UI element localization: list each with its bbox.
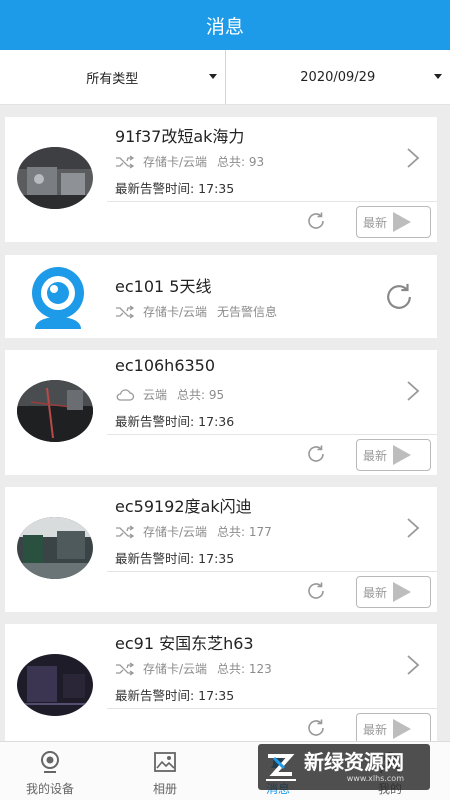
image-icon xyxy=(154,752,176,772)
device-meta: 存储卡/云端 总共: 177 xyxy=(115,523,272,540)
refresh-icon[interactable] xyxy=(305,210,327,232)
cloud-icon xyxy=(116,388,135,401)
device-message-card[interactable]: ec101 5天线 存储卡/云端 无告警信息 xyxy=(5,255,437,338)
tab-album[interactable]: 相册 xyxy=(115,742,215,800)
latest-alarm-time: 最新告警时间: 17:35 xyxy=(115,181,235,196)
camera-icon xyxy=(41,751,59,773)
play-icon xyxy=(393,445,412,465)
watermark: 新绿资源网 www.xlhs.com xyxy=(258,744,430,790)
storage-label: 存储卡/云端 xyxy=(143,155,208,169)
camera-placeholder-icon xyxy=(32,267,84,329)
caret-down-icon xyxy=(208,74,217,79)
date-filter-label: 2020/09/29 xyxy=(300,69,376,85)
device-name: 91f37改短ak海力 xyxy=(115,127,245,146)
camera-thumbnail xyxy=(17,380,93,442)
total-count: 总共: 93 xyxy=(217,155,265,169)
card-divider xyxy=(107,201,437,202)
device-meta: 存储卡/云端 无告警信息 xyxy=(115,303,277,320)
latest-label: 最新 xyxy=(363,585,388,600)
tab-label: 我的设备 xyxy=(25,782,74,796)
device-meta: 云端 总共: 95 xyxy=(115,386,224,403)
total-count: 总共: 123 xyxy=(217,662,272,676)
type-filter-label: 所有类型 xyxy=(86,71,139,87)
type-filter-dropdown[interactable]: 所有类型 xyxy=(0,50,225,104)
storage-label: 存储卡/云端 xyxy=(143,662,208,676)
latest-alarm-time: 最新告警时间: 17:35 xyxy=(115,551,235,566)
chevron-right-icon[interactable] xyxy=(406,517,420,539)
device-meta: 存储卡/云端 总共: 123 xyxy=(115,660,272,677)
shuffle-icon xyxy=(116,154,135,169)
refresh-icon[interactable] xyxy=(382,280,416,314)
card-divider xyxy=(107,434,437,435)
watermark-text: 新绿资源网 xyxy=(304,750,404,774)
refresh-icon[interactable] xyxy=(305,717,327,739)
tab-my-devices[interactable]: 我的设备 xyxy=(0,742,100,800)
device-message-card[interactable]: ec106h6350 云端 总共: 95 最新告警时间: 17:36 最新 xyxy=(5,350,437,475)
camera-thumbnail xyxy=(17,517,93,579)
device-message-card[interactable]: 91f37改短ak海力 存储卡/云端 总共: 93 最新告警时间: 17:35 … xyxy=(5,117,437,242)
device-message-card[interactable]: ec59192度ak闪迪 存储卡/云端 总共: 177 最新告警时间: 17:3… xyxy=(5,487,437,612)
latest-alarm-time: 最新告警时间: 17:36 xyxy=(115,414,235,429)
latest-video-button[interactable]: 最新 xyxy=(356,439,431,471)
latest-video-button[interactable]: 最新 xyxy=(356,576,431,608)
camera-thumbnail xyxy=(17,654,93,716)
storage-label: 存储卡/云端 xyxy=(143,525,208,539)
chevron-right-icon[interactable] xyxy=(406,147,420,169)
tab-label: 相册 xyxy=(152,782,177,796)
play-icon xyxy=(393,212,412,232)
device-name: ec59192度ak闪迪 xyxy=(115,497,252,516)
date-filter-dropdown[interactable]: 2020/09/29 xyxy=(224,50,450,104)
chevron-right-icon[interactable] xyxy=(406,654,420,676)
shuffle-icon xyxy=(116,661,135,676)
camera-thumbnail xyxy=(17,147,93,209)
device-meta: 存储卡/云端 总共: 93 xyxy=(115,153,264,170)
device-message-card[interactable]: ec91 安国东芝h63 存储卡/云端 总共: 123 最新告警时间: 17:3… xyxy=(5,624,437,749)
device-name: ec91 安国东芝h63 xyxy=(115,634,254,653)
refresh-icon[interactable] xyxy=(305,443,327,465)
latest-label: 最新 xyxy=(363,722,388,737)
latest-alarm-time: 最新告警时间: 17:35 xyxy=(115,688,235,703)
play-icon xyxy=(393,719,412,739)
shuffle-icon xyxy=(116,304,135,319)
total-count: 总共: 177 xyxy=(217,525,272,539)
latest-label: 最新 xyxy=(363,215,388,230)
latest-video-button[interactable]: 最新 xyxy=(356,206,431,238)
card-divider xyxy=(107,708,437,709)
total-count: 总共: 95 xyxy=(177,388,225,402)
refresh-icon[interactable] xyxy=(305,580,327,602)
no-alarm-label: 无告警信息 xyxy=(217,305,278,319)
storage-label: 存储卡/云端 xyxy=(143,305,208,319)
app-header: 消息 xyxy=(0,0,450,50)
device-name: ec101 5天线 xyxy=(115,277,212,296)
latest-label: 最新 xyxy=(363,448,388,463)
chevron-right-icon[interactable] xyxy=(406,380,420,402)
page-title: 消息 xyxy=(205,15,244,38)
play-icon xyxy=(393,582,412,602)
shuffle-icon xyxy=(116,524,135,539)
filter-bar: 所有类型 2020/09/29 xyxy=(0,50,450,105)
watermark-url: www.xlhs.com xyxy=(346,774,404,783)
caret-down-icon xyxy=(434,74,442,79)
storage-label: 云端 xyxy=(143,388,168,402)
card-divider xyxy=(107,571,437,572)
camera-thumbnail xyxy=(23,263,93,333)
device-name: ec106h6350 xyxy=(115,356,216,375)
watermark-logo xyxy=(266,754,296,781)
